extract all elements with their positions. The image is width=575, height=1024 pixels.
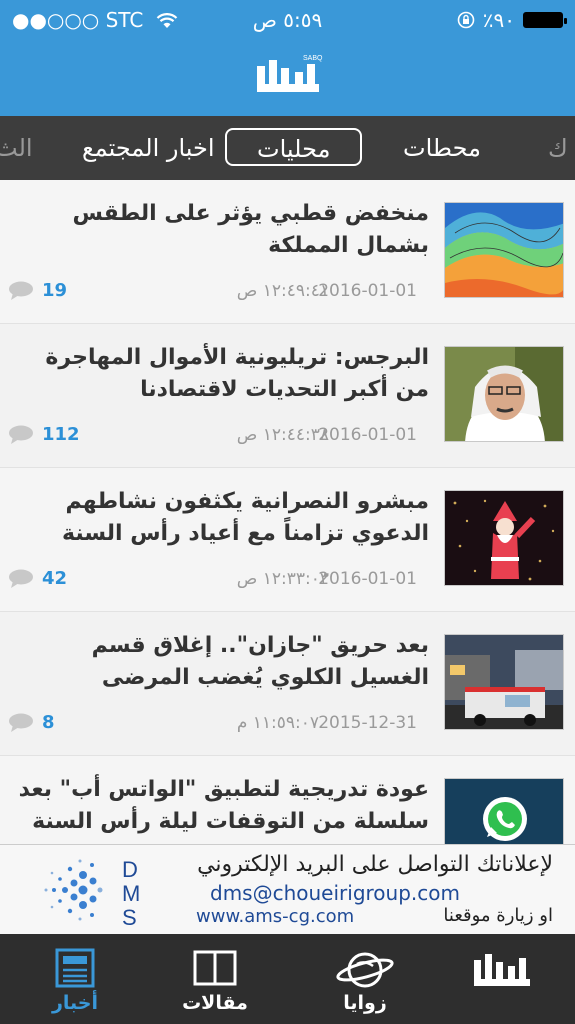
news-time: ١٢:٣٣:٠٣ ص (236, 569, 329, 589)
news-list: منخفض قطبي يؤثر على الطقس بشمال المملكة … (0, 180, 575, 844)
comment-number: 19 (42, 280, 68, 301)
comment-number: 8 (42, 712, 55, 733)
dms-logo: D M S (44, 857, 140, 927)
battery-percent: ٪٩٠ (482, 8, 515, 32)
news-title: عودة تدريجية لتطبيق "الواتس أب" بعد سلسل… (18, 777, 429, 834)
news-time: ١١:٥٩:٠٧ م (236, 713, 319, 733)
tab-local[interactable]: محليات (225, 128, 363, 166)
news-item[interactable]: منخفض قطبي يؤثر على الطقس بشمال المملكة … (0, 180, 575, 324)
bottom-tab-bar: زوايا مقالات أخبار (0, 934, 575, 1024)
news-item[interactable]: عودة تدريجية لتطبيق "الواتس أب" بعد سلسل… (0, 756, 575, 844)
sabq-logo-icon (474, 954, 530, 986)
comment-number: 42 (42, 568, 68, 589)
tab-partial-right[interactable]: ك (548, 128, 568, 168)
news-title: بعد حريق "جازان".. إغلاق قسم الغسيل الكل… (91, 633, 429, 690)
ad-email[interactable]: dms@choueirigroup.com (210, 881, 460, 905)
news-date: 2016-01-01 (318, 569, 417, 589)
whatsapp-thumbnail (444, 778, 564, 844)
comment-bubble-icon (9, 569, 33, 588)
news-item[interactable]: مبشرو النصرانية يكثفون نشاطهم الدعوي تزا… (0, 468, 575, 612)
news-time: ١٢:٤٤:٣٨ ص (236, 425, 329, 445)
santa-lights-thumbnail (444, 490, 564, 586)
battery-area: ٪٩٠ (457, 8, 567, 32)
bottom-tab-label: أخبار (51, 992, 99, 1014)
weather-map-thumbnail (444, 202, 564, 298)
dms-letter-m: M (122, 881, 140, 906)
news-title: البرجس: تريليونية الأموال المهاجرة من أك… (45, 345, 429, 402)
bottom-tab-label: مقالات (182, 992, 248, 1014)
logo-sub-text: SABQ (303, 55, 323, 62)
comment-count[interactable]: 112 (8, 424, 80, 445)
comment-count[interactable]: 8 (8, 712, 55, 733)
news-date: 2015-12-31 (318, 713, 417, 733)
app-header: ●●○○○ STC ٥:٥٩ ص ٪٩٠ SABQ (0, 0, 575, 116)
news-item[interactable]: بعد حريق "جازان".. إغلاق قسم الغسيل الكل… (0, 612, 575, 756)
book-icon (193, 950, 237, 986)
ad-line1: لإعلاناتك التواصل على البريد الإلكتروني (197, 852, 553, 877)
dms-letter-s: S (122, 905, 137, 927)
rotation-lock-icon (457, 11, 475, 29)
dms-letter-d: D (122, 857, 138, 882)
fire-truck-thumbnail (444, 634, 564, 730)
news-title: مبشرو النصرانية يكثفون نشاطهم الدعوي تزا… (62, 489, 429, 546)
bottom-tab-news[interactable]: أخبار (15, 934, 135, 1024)
bottom-tab-articles[interactable]: مقالات (155, 934, 275, 1024)
whatsapp-icon (445, 779, 563, 844)
battery-icon (523, 12, 567, 28)
bottom-tab-zawaya[interactable]: زوايا (305, 934, 425, 1024)
tab-community-news[interactable]: اخبار المجتمع (82, 128, 215, 168)
comment-count[interactable]: 19 (8, 280, 67, 301)
globe-pen-icon (336, 952, 394, 988)
comment-bubble-icon (9, 713, 33, 732)
ad-banner[interactable]: D M S لإعلاناتك التواصل على البريد الإلك… (0, 844, 575, 936)
news-time: ١٢:٤٩:٤١ ص (236, 281, 329, 301)
status-bar: ●●○○○ STC ٥:٥٩ ص ٪٩٠ (0, 6, 575, 34)
person-photo-thumbnail (444, 346, 564, 442)
bottom-tab-label: زوايا (343, 992, 387, 1014)
comment-number: 112 (42, 424, 80, 445)
ad-website[interactable]: www.ams-cg.com (196, 906, 354, 927)
ad-line2: او زيارة موقعنا (443, 905, 553, 926)
news-item[interactable]: البرجس: تريليونية الأموال المهاجرة من أك… (0, 324, 575, 468)
newspaper-icon (55, 948, 95, 988)
sabq-logo: SABQ (257, 55, 323, 92)
comment-bubble-icon (9, 281, 33, 300)
bottom-tab-home-logo[interactable] (440, 934, 560, 1024)
comment-bubble-icon (9, 425, 33, 444)
tab-stations[interactable]: محطات (403, 128, 481, 168)
news-date: 2016-01-01 (318, 425, 417, 445)
comment-count[interactable]: 42 (8, 568, 67, 589)
category-tabs: الث اخبار المجتمع محليات محطات ك (0, 116, 575, 180)
tab-partial-left[interactable]: الث (0, 128, 33, 168)
news-date: 2016-01-01 (318, 281, 417, 301)
news-title: منخفض قطبي يؤثر على الطقس بشمال المملكة (72, 201, 429, 258)
